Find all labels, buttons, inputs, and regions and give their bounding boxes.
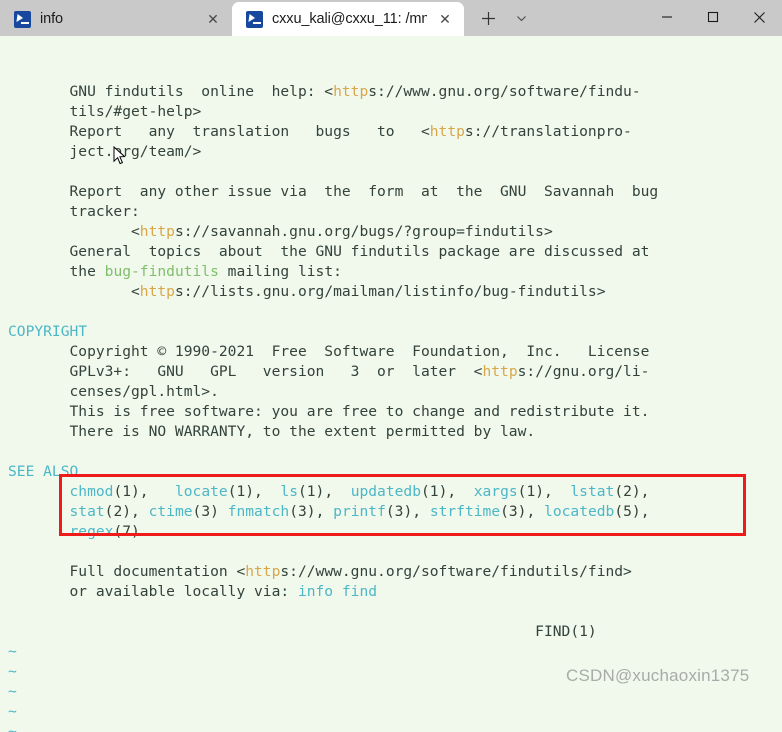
terminal-line: regex(7) xyxy=(69,523,140,540)
terminal-line: FIND(1) xyxy=(8,623,597,640)
terminal-line: GPLv3+: GNU GPL version 3 or later <http… xyxy=(8,363,650,380)
watermark: CSDN@xuchaoxin1375 xyxy=(566,666,750,685)
window-titlebar: info ✕ cxxu_kali@cxxu_11: /mnt/ ✕ xyxy=(0,0,782,36)
tab-info[interactable]: info ✕ xyxy=(0,2,232,36)
new-tab-button[interactable] xyxy=(470,1,506,35)
terminal-line: censes/gpl.html>. xyxy=(8,383,219,400)
terminal-line: <https://lists.gnu.org/mailman/listinfo/… xyxy=(8,283,606,300)
terminal-line: Copyright © 1990-2021 Free Software Foun… xyxy=(8,343,650,360)
tab-strip: info ✕ cxxu_kali@cxxu_11: /mnt/ ✕ xyxy=(0,0,464,36)
terminal-line: ~ xyxy=(8,723,17,732)
terminal-line: Full documentation <https://www.gnu.org/… xyxy=(8,563,632,580)
tab-cxxu-kali[interactable]: cxxu_kali@cxxu_11: /mnt/ ✕ xyxy=(232,2,464,36)
terminal-line: There is NO WARRANTY, to the extent perm… xyxy=(8,423,536,440)
terminal-line: This is free software: you are free to c… xyxy=(8,403,650,420)
titlebar-actions xyxy=(470,0,536,36)
terminal-line: chmod(1), locate(1), ls(1), updatedb(1),… xyxy=(69,483,650,500)
terminal-line: Report any other issue via the form at t… xyxy=(8,183,659,200)
tab-cxxu-kali-label: cxxu_kali@cxxu_11: /mnt/ xyxy=(272,11,427,27)
terminal-lines: GNU findutils online help: <https://www.… xyxy=(0,82,782,732)
window-controls xyxy=(644,0,782,34)
terminal-output[interactable]: GNU findutils online help: <https://www.… xyxy=(0,36,782,732)
terminal-line: GNU findutils online help: <https://www.… xyxy=(8,83,641,100)
powershell-icon xyxy=(246,10,263,28)
terminal-line: or available locally via: info find xyxy=(8,583,378,600)
terminal-line: ~ xyxy=(8,703,17,720)
powershell-icon xyxy=(14,10,31,28)
terminal-line: tracker: xyxy=(8,203,140,220)
maximize-button[interactable] xyxy=(690,0,736,34)
terminal-line: SEE ALSO xyxy=(8,463,79,480)
terminal-line: General topics about the GNU findutils p… xyxy=(8,243,650,260)
close-button[interactable] xyxy=(736,0,782,34)
terminal-line: Report any translation bugs to <https://… xyxy=(8,123,632,140)
terminal-line: stat(2), ctime(3) fnmatch(3), printf(3),… xyxy=(69,503,650,520)
minimize-button[interactable] xyxy=(644,0,690,34)
close-icon[interactable]: ✕ xyxy=(204,10,222,28)
tab-info-label: info xyxy=(40,11,63,27)
terminal-line: ~ xyxy=(8,643,17,660)
close-icon[interactable]: ✕ xyxy=(436,10,454,28)
mouse-pointer-icon xyxy=(113,145,126,166)
terminal-line: <https://savannah.gnu.org/bugs/?group=fi… xyxy=(8,223,553,240)
chevron-down-icon[interactable] xyxy=(506,1,536,35)
terminal-line: tils/#get-help> xyxy=(8,103,202,120)
terminal-line: the bug-findutils mailing list: xyxy=(8,263,342,280)
terminal-line: COPYRIGHT xyxy=(8,323,88,340)
